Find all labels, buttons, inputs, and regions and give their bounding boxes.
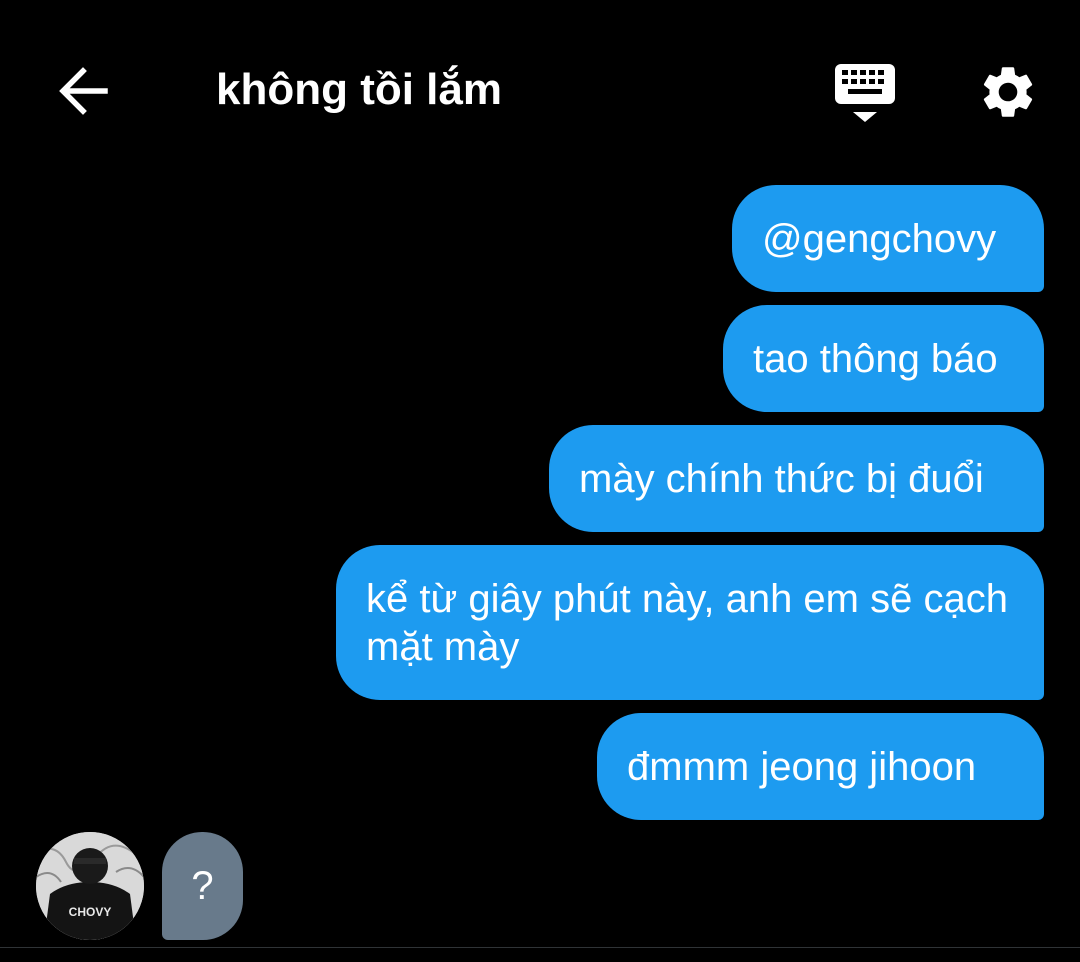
avatar-shirt-text: CHOVY	[69, 905, 112, 919]
sent-message-bubble[interactable]: mày chính thức bị đuổi	[549, 425, 1044, 532]
message-list: @gengchovy tao thông báo mày chính thức …	[0, 0, 1080, 962]
divider	[0, 947, 1080, 948]
sent-message-bubble[interactable]: tao thông báo	[723, 305, 1044, 412]
avatar-photo: CHOVY	[36, 832, 144, 940]
avatar[interactable]: CHOVY	[36, 832, 144, 940]
sent-message-bubble[interactable]: đmmm jeong jihoon	[597, 713, 1044, 820]
received-message-bubble[interactable]: ?	[162, 832, 243, 940]
sent-message-bubble[interactable]: @gengchovy	[732, 185, 1044, 292]
sent-message-bubble[interactable]: kể từ giây phút này, anh em sẽ cạch mặt …	[336, 545, 1044, 700]
